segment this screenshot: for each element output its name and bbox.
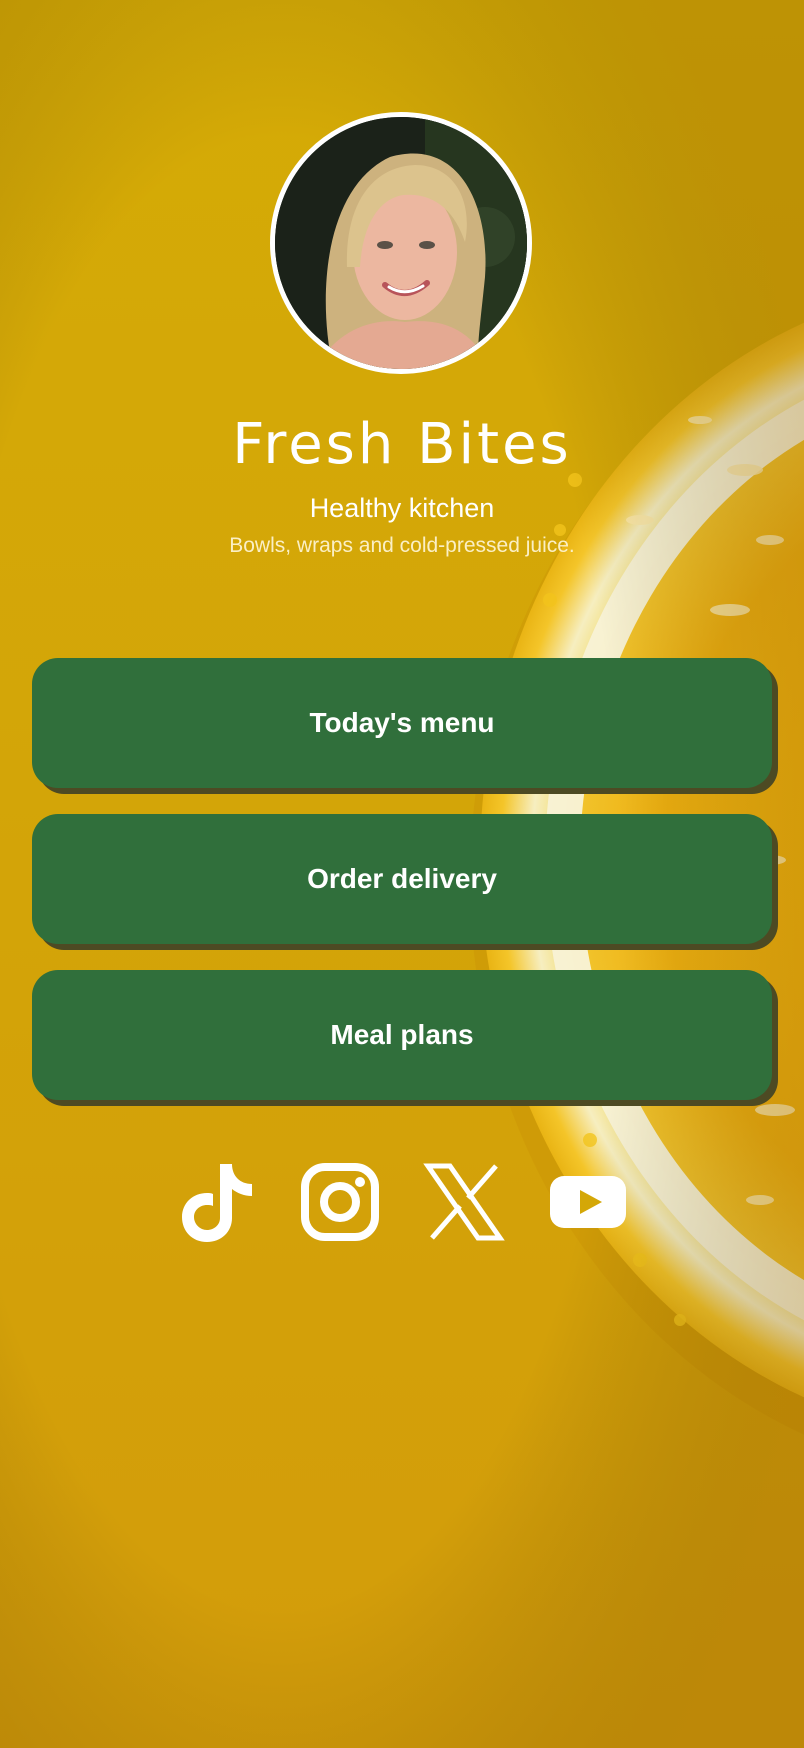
order-delivery-button[interactable]: Order delivery: [32, 814, 772, 944]
profile-subtitle: Healthy kitchen: [309, 493, 495, 523]
todays-menu-button[interactable]: Today's menu: [32, 658, 772, 788]
x-icon[interactable]: [422, 1160, 506, 1244]
profile-tagline: Bowls, wraps and cold-pressed juice.: [229, 534, 575, 557]
link-page: Fresh Bites Healthy kitchen Bowls, wraps…: [0, 0, 804, 1748]
link-label: Today's menu: [309, 707, 495, 738]
youtube-icon[interactable]: [546, 1160, 630, 1244]
avatar: [270, 112, 532, 374]
instagram-icon[interactable]: [298, 1160, 382, 1244]
social-links: [0, 1160, 804, 1250]
tiktok-icon[interactable]: [174, 1160, 258, 1244]
meal-plans-button[interactable]: Meal plans: [32, 970, 772, 1100]
profile-name: Fresh Bites: [232, 412, 572, 477]
link-label: Order delivery: [307, 863, 497, 894]
link-label: Meal plans: [330, 1019, 474, 1050]
profile-photo: [275, 117, 527, 369]
